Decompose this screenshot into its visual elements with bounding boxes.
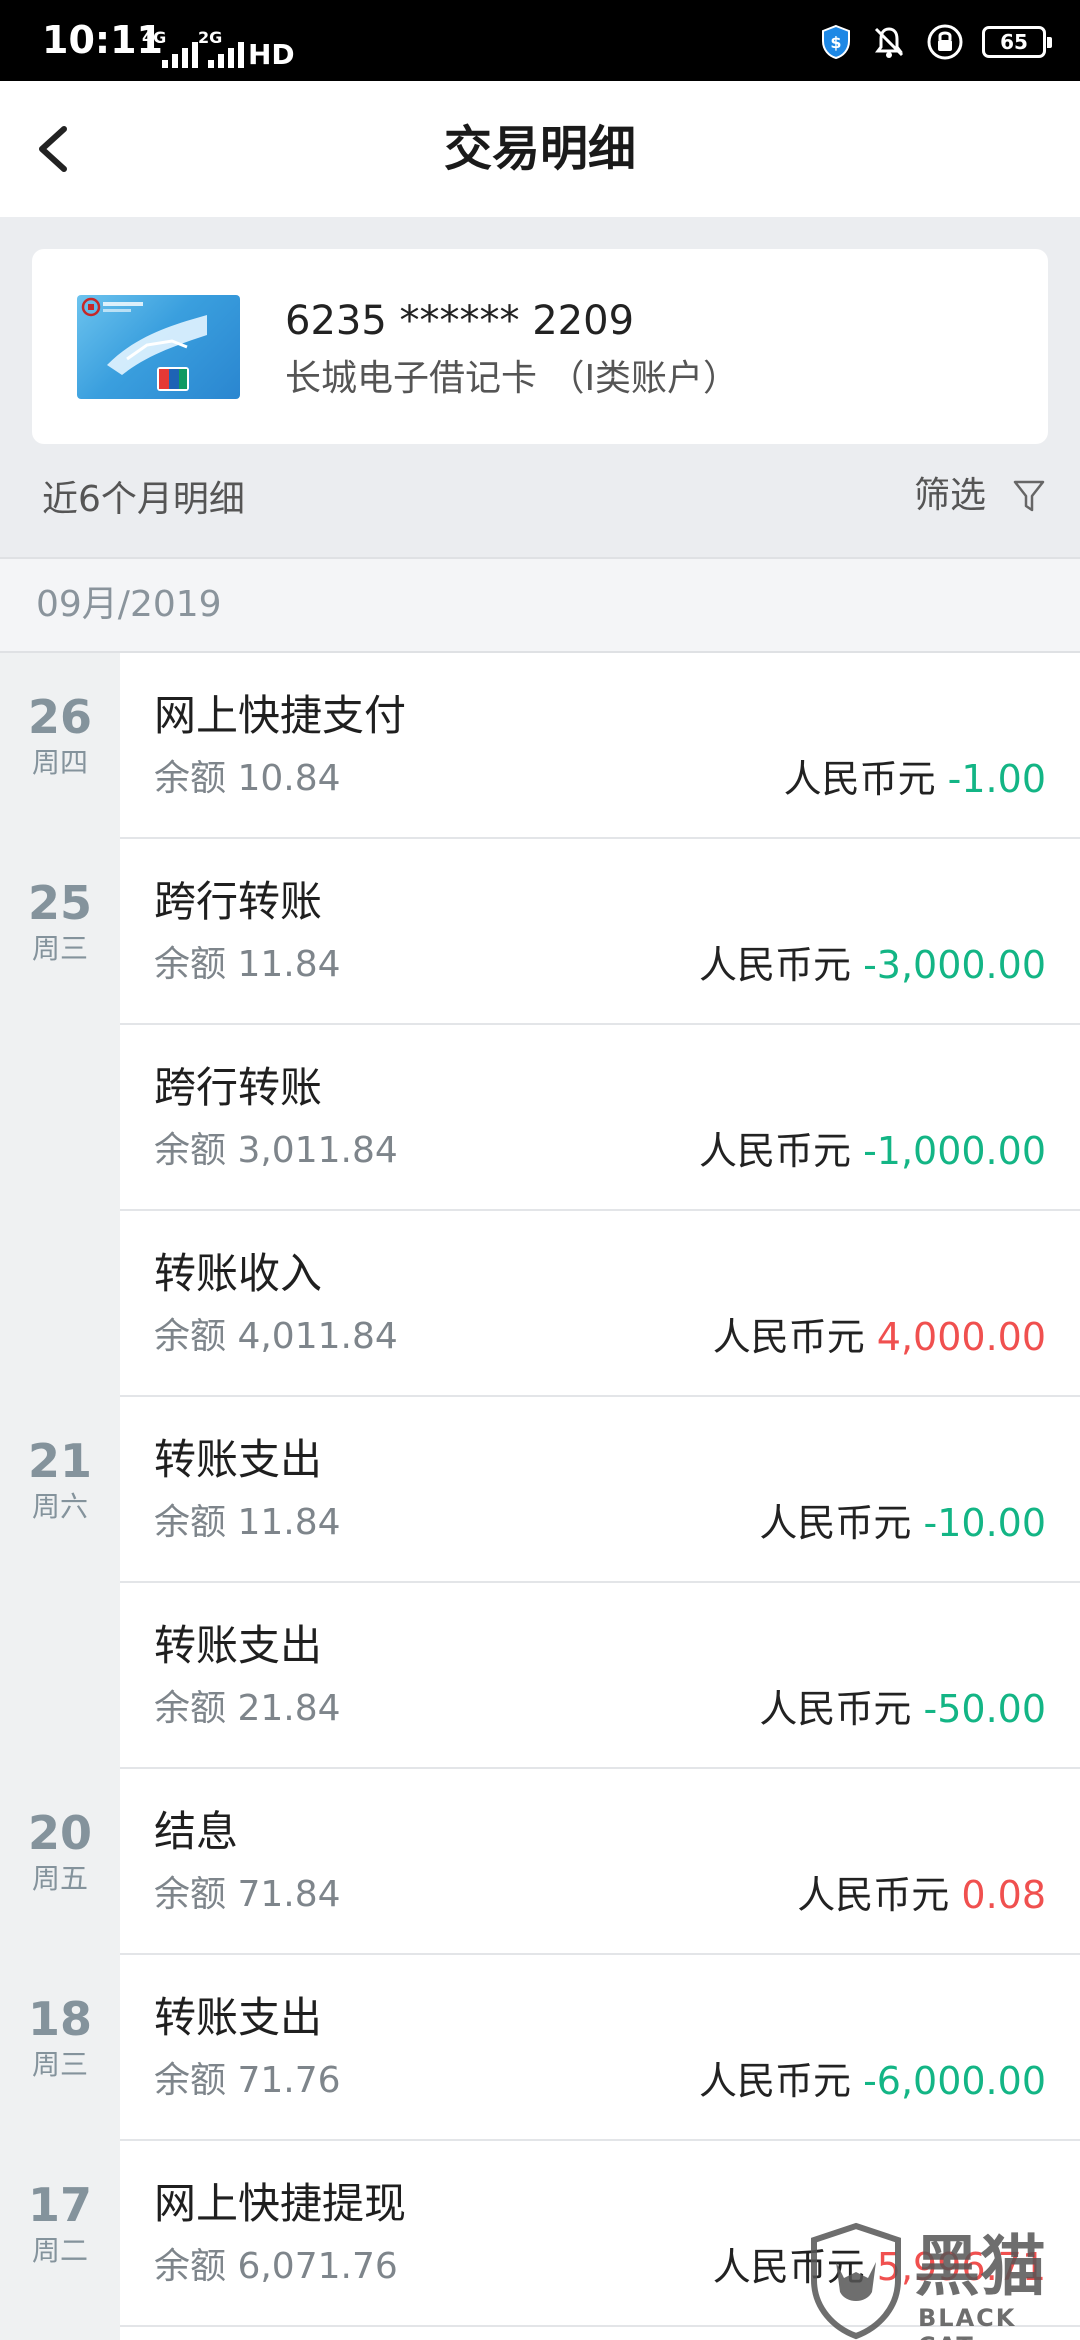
transaction-name: 转账支出 (154, 1621, 323, 1670)
date-group-20: 20 周五 (0, 1807, 120, 1897)
transaction-row[interactable]: 结息 余额 71.84 人民币元 0.08 (120, 1769, 1080, 1955)
transaction-name: 转账支出 (154, 1993, 323, 2042)
amount-value: -3,000.00 (863, 943, 1046, 987)
day-number: 26 (27, 690, 92, 744)
filter-label: 筛选 (913, 475, 986, 516)
weekday-label: 周四 (31, 746, 88, 779)
transaction-amount: 人民币元 -1.00 (784, 757, 1046, 801)
day-number: 17 (27, 2178, 92, 2232)
amount-value: 4,000.00 (876, 1315, 1046, 1359)
transaction-amount: 人民币元 -1,000.00 (699, 1129, 1046, 1173)
transaction-row[interactable]: 转账收入 余额 4,011.84 人民币元 4,000.00 (120, 1211, 1080, 1397)
signal-2-icon (208, 40, 244, 68)
amount-value: -10.00 (923, 1501, 1047, 1545)
transaction-name: 结息 (154, 1807, 239, 1856)
day-number: 21 (27, 1434, 92, 1488)
currency-label: 人民币元 (712, 1315, 877, 1359)
filter-button[interactable]: 筛选 (914, 474, 1046, 518)
transaction-balance: 余额 11.84 (154, 1502, 341, 1543)
vibrate-icon (874, 27, 904, 58)
transaction-balance: 余额 10.84 (154, 758, 341, 799)
transaction-amount: 人民币元 -3,000.00 (699, 943, 1046, 987)
currency-label: 人民币元 (698, 2059, 864, 2103)
amount-value: -1,000.00 (863, 1129, 1046, 1173)
weekday-label: 周三 (31, 932, 88, 965)
battery-indicator: 65 (982, 26, 1052, 58)
month-label: 09月/2019 (36, 584, 222, 625)
transaction-balance: 余额 4,011.84 (154, 1316, 398, 1357)
transaction-row[interactable]: 跨行转账 余额 3,011.84 人民币元 -1,000.00 (120, 1025, 1080, 1211)
currency-label: 人民币元 (797, 1873, 962, 1917)
watermark-subtext: BLACK CAT (918, 2304, 1017, 2340)
transaction-balance: 余额 71.84 (154, 1874, 341, 1915)
currency-label: 人民币元 (759, 1501, 924, 1545)
currency-label: 人民币元 (783, 757, 948, 801)
transaction-list: 26 周四 25 周三 21 周六 20 周五 18 周三 17 周二 网上快捷… (0, 653, 1080, 2340)
transaction-amount: 人民币元 0.08 (797, 1873, 1046, 1917)
currency-label: 人民币元 (759, 1687, 924, 1731)
transaction-row[interactable]: 转账支出 余额 71.76 人民币元 -6,000.00 (120, 1955, 1080, 2141)
transaction-name: 转账收入 (154, 1249, 323, 1298)
transaction-row[interactable]: 网上快捷支付 余额 10.84 人民币元 -1.00 (120, 653, 1080, 839)
amount-value: -1.00 (947, 757, 1046, 801)
amount-value: 0.08 (961, 1873, 1046, 1917)
signal-1-icon (162, 40, 198, 68)
day-number: 25 (27, 876, 92, 930)
transaction-name: 转账支出 (154, 1435, 323, 1484)
transaction-balance: 余额 21.84 (154, 1688, 341, 1729)
transaction-amount: 人民币元 4,000.00 (713, 1315, 1046, 1359)
date-group-18: 18 周三 (0, 1993, 120, 2083)
date-group-21: 21 周六 (0, 1435, 120, 1525)
svg-text:$: $ (830, 33, 841, 52)
transaction-row[interactable]: 转账支出 余额 21.84 人民币元 -50.00 (120, 1583, 1080, 1769)
app-header: 交易明细 (0, 81, 1080, 217)
transaction-name: 跨行转账 (154, 1063, 323, 1112)
transaction-name: 跨行转账 (154, 877, 323, 926)
bank-card-image (77, 295, 240, 399)
day-number: 20 (27, 1806, 92, 1860)
date-group-17: 17 周二 (0, 2179, 120, 2269)
card-type: 长城电子借记卡 （I类账户） (285, 358, 740, 399)
date-group-26: 26 周四 (0, 691, 120, 781)
card-number: 6235 ****** 2209 (285, 298, 635, 344)
watermark-text: 黑猫 (914, 2228, 1046, 2305)
weekday-label: 周二 (31, 2234, 88, 2267)
status-bar: 10:11 4G 2G HD $ 65 (0, 0, 1080, 81)
currency-label: 人民币元 (698, 1129, 864, 1173)
transaction-balance: 余额 6,071.76 (154, 2246, 398, 2287)
period-label: 近6个月明细 (42, 479, 245, 520)
month-header: 09月/2019 (0, 557, 1080, 653)
transaction-amount: 人民币元 -50.00 (759, 1687, 1046, 1731)
filter-icon (1013, 480, 1045, 512)
transaction-row[interactable]: 转账支出 余额 11.84 人民币元 -10.00 (120, 1397, 1080, 1583)
weekday-label: 周三 (31, 2048, 88, 2081)
transaction-name: 网上快捷支付 (154, 691, 407, 740)
transaction-name: 网上快捷提现 (154, 2179, 407, 2228)
transaction-balance: 余额 3,011.84 (154, 1130, 398, 1171)
transaction-balance: 余额 71.76 (154, 2060, 341, 2101)
currency-label: 人民币元 (698, 943, 864, 987)
page-title: 交易明细 (443, 121, 636, 177)
transaction-amount: 人民币元 -6,000.00 (699, 2059, 1046, 2103)
watermark-logo: 黑猫 BLACK CAT (806, 2222, 1076, 2340)
bank-card[interactable]: 6235 ****** 2209 长城电子借记卡 （I类账户） (32, 249, 1048, 444)
cat-shield-icon (811, 2222, 901, 2340)
day-number: 18 (27, 1992, 92, 2046)
transaction-balance: 余额 11.84 (154, 944, 341, 985)
amount-value: -50.00 (923, 1687, 1047, 1731)
transaction-row[interactable]: 跨行转账 余额 11.84 人民币元 -3,000.00 (120, 839, 1080, 1025)
weekday-label: 周六 (31, 1490, 88, 1523)
security-shield-icon: $ (822, 24, 850, 60)
weekday-label: 周五 (31, 1862, 88, 1895)
amount-value: -6,000.00 (863, 2059, 1046, 2103)
date-group-25: 25 周三 (0, 877, 120, 967)
network-label: HD (248, 38, 295, 71)
lock-icon (927, 24, 963, 60)
transaction-amount: 人民币元 -10.00 (759, 1501, 1046, 1545)
